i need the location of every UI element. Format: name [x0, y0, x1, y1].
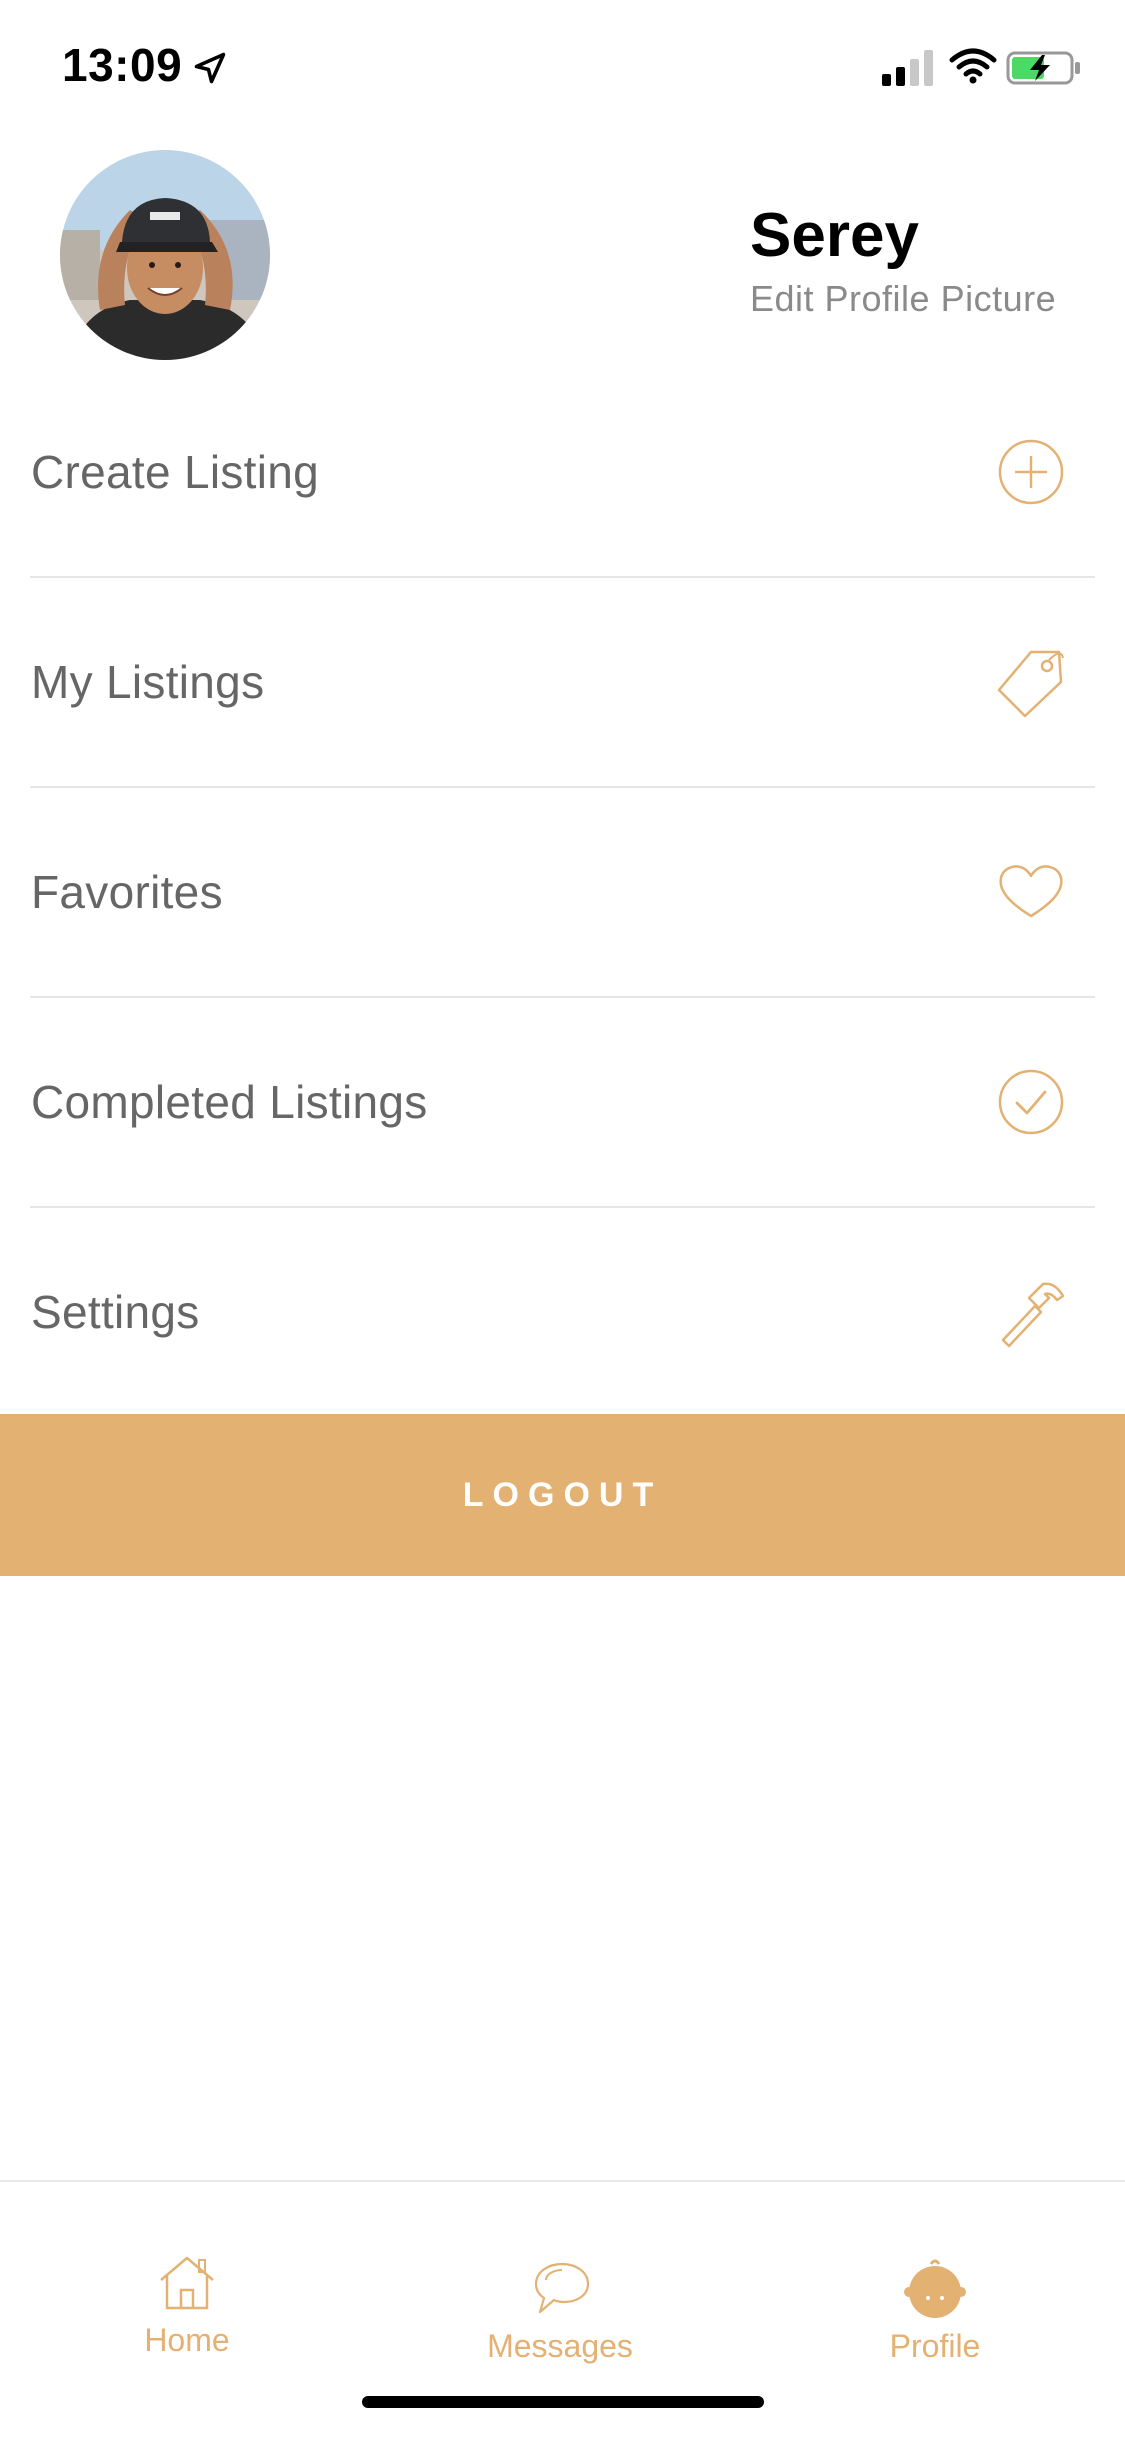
tag-icon: [997, 650, 1064, 718]
menu-item-label: Favorites: [31, 866, 223, 918]
plus-circle-icon: [998, 439, 1064, 505]
wifi-icon: [949, 48, 997, 84]
tab-label: Messages: [487, 2328, 633, 2364]
heart-icon: [999, 865, 1063, 918]
clock: 13:09: [62, 39, 183, 91]
hammer-icon: [1001, 1282, 1065, 1348]
home-icon: [160, 2256, 214, 2310]
user-name: Serey: [750, 201, 919, 270]
tab-home[interactable]: Home: [87, 2250, 287, 2359]
menu-item-label: Create Listing: [31, 446, 320, 498]
tab-profile[interactable]: Profile: [835, 2256, 1035, 2365]
menu-item-label: Settings: [31, 1286, 200, 1338]
logout-label: LOGOUT: [462, 1475, 663, 1514]
tab-messages[interactable]: Messages: [460, 2256, 660, 2365]
chat-bubble-icon: [534, 2262, 590, 2314]
menu-item-my-listings[interactable]: My Listings: [30, 578, 1095, 788]
avatar-photo: [60, 150, 270, 360]
menu-item-favorites[interactable]: Favorites: [30, 788, 1095, 998]
logout-button[interactable]: LOGOUT: [0, 1414, 1125, 1576]
menu-item-create-listing[interactable]: Create Listing: [30, 368, 1095, 578]
status-bar: 13:09: [0, 0, 1125, 132]
menu-item-label: My Listings: [31, 656, 265, 708]
check-circle-icon: [998, 1069, 1064, 1135]
location-arrow-icon: [194, 52, 226, 84]
avatar[interactable]: [60, 150, 270, 360]
battery-charging-icon: [1006, 51, 1080, 85]
profile-menu: Create Listing My Listings Favorites Com…: [0, 368, 1125, 1418]
menu-item-settings[interactable]: Settings: [30, 1208, 1095, 1418]
tab-label: Home: [144, 2322, 230, 2358]
edit-profile-picture-link[interactable]: Edit Profile Picture: [750, 278, 1056, 320]
home-indicator[interactable]: [362, 2396, 764, 2408]
baby-face-icon: [904, 2259, 966, 2318]
menu-item-completed-listings[interactable]: Completed Listings: [30, 998, 1095, 1208]
menu-item-label: Completed Listings: [31, 1076, 428, 1128]
cellular-signal-icon: [882, 50, 933, 86]
tab-label: Profile: [889, 2328, 981, 2364]
